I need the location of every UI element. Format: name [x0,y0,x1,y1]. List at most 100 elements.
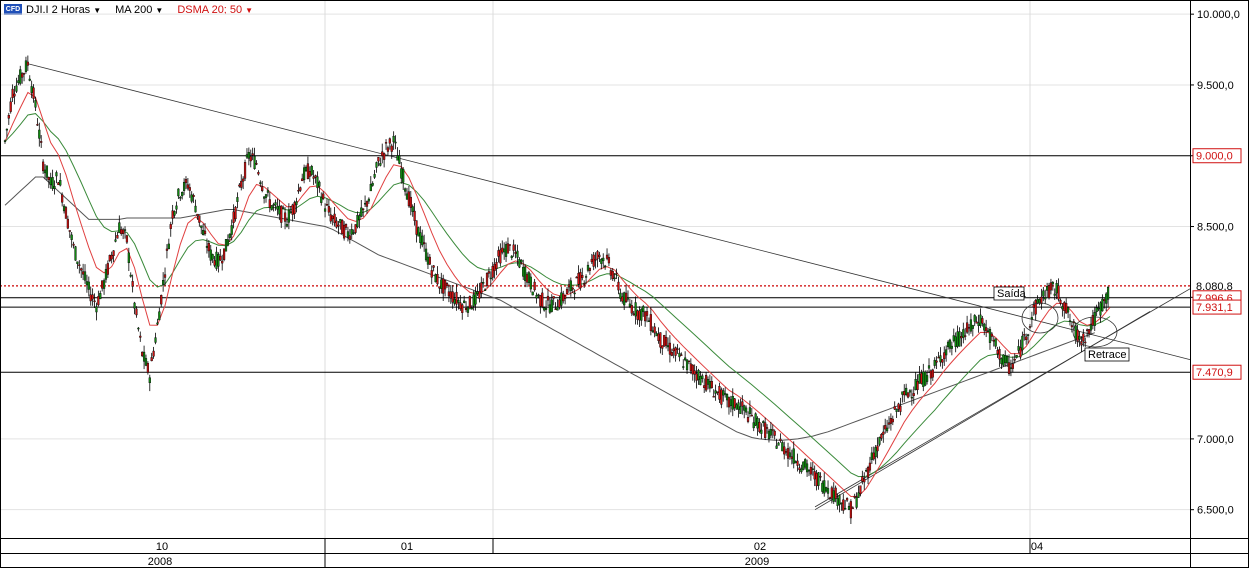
candle-body [43,169,47,174]
candle-body [371,183,374,186]
candle-body [476,291,479,295]
candle-body [927,365,931,369]
candle-body [263,196,266,199]
candle-body [268,199,271,208]
candle-body [659,332,662,348]
candle-body [693,370,696,375]
candle-body [792,448,795,464]
candle-body [855,497,858,508]
candle-body [213,260,216,266]
candle-body [916,381,919,390]
candle-body [819,476,822,478]
candle-body [724,393,727,395]
candle-body [689,363,692,371]
moving-averages-layer [4,91,1111,498]
candle-body [520,259,523,263]
candle-body [733,398,736,408]
candle-body [230,225,233,235]
candle-body [522,266,525,277]
candle-body [221,260,224,264]
candle-body [657,333,660,341]
candle-body [177,188,180,197]
candle-body [651,330,654,332]
candle-body [57,182,60,186]
x-month-label: 01 [401,541,413,553]
candle-body [45,165,49,178]
candle-body [569,280,572,292]
candle-body [55,172,58,177]
candle-body [430,270,433,278]
candle-body [3,140,7,142]
candle-body [684,357,687,361]
annotation-saida: Saída [993,286,1027,301]
candle-body [624,292,628,302]
candle-body [139,335,142,338]
candle-body [853,495,856,498]
candle-body [141,351,144,357]
candle-body [663,335,666,347]
candle-body [173,211,176,216]
candle-body [238,184,241,187]
candle-body [234,206,237,220]
candle-body [1017,346,1020,351]
candle-body [825,487,828,492]
candle-body [156,322,159,325]
candle-body [299,187,302,191]
candle-body [866,467,870,478]
candle-body [798,467,801,471]
candle-body [701,375,704,379]
candle-body [823,480,826,494]
candle-body [142,351,146,362]
candle-body [1026,334,1030,336]
candle-body [743,405,746,411]
candle-body [767,430,771,440]
candle-body [1105,293,1108,304]
candle-body [546,295,550,301]
candle-body [985,327,988,332]
candle-body [82,271,85,275]
candle-body [303,167,306,181]
candle-body [38,129,41,139]
grid-layer [0,0,1190,538]
candle-body [222,248,226,260]
candle-body [190,194,193,202]
price-labels-layer: 9.000,08.080,87.996,67.931,17.470,9 [1192,148,1242,380]
candle-body [876,445,879,452]
candle-body [954,336,957,347]
candle-body [232,211,235,223]
candle-body [777,442,780,446]
candle-body [859,485,862,495]
candle-body [552,296,555,299]
candle-body [1055,283,1058,294]
candle-body [950,345,953,349]
candle-body [727,397,731,408]
candle-body [508,244,511,246]
candle-body [335,220,338,228]
candle-body [956,331,959,347]
candle-body [550,299,553,312]
chart-frame [0,0,1249,568]
candle-body [924,371,927,386]
candle-body [626,297,630,300]
price-chart[interactable]: 10.000,09.500,09.000,08.500,08.000,07.00… [0,0,1249,568]
candle-body [339,218,342,223]
candle-body [1106,287,1110,300]
candle-body [586,264,590,271]
candle-body [790,456,793,459]
candle-body [512,244,515,251]
candle-body [1044,297,1047,300]
candle-body [413,210,416,221]
candle-body [977,322,980,326]
candle-body [642,306,645,312]
candle-body [19,69,22,84]
candle-body [49,177,52,185]
candle-body [407,191,410,207]
candle-body [506,243,510,254]
candle-body [758,422,761,432]
candle-body [941,359,944,363]
candle-body [887,422,891,425]
candle-body [720,389,723,405]
candle-body [356,214,359,228]
candle-body [645,311,649,316]
candle-body [832,490,835,502]
